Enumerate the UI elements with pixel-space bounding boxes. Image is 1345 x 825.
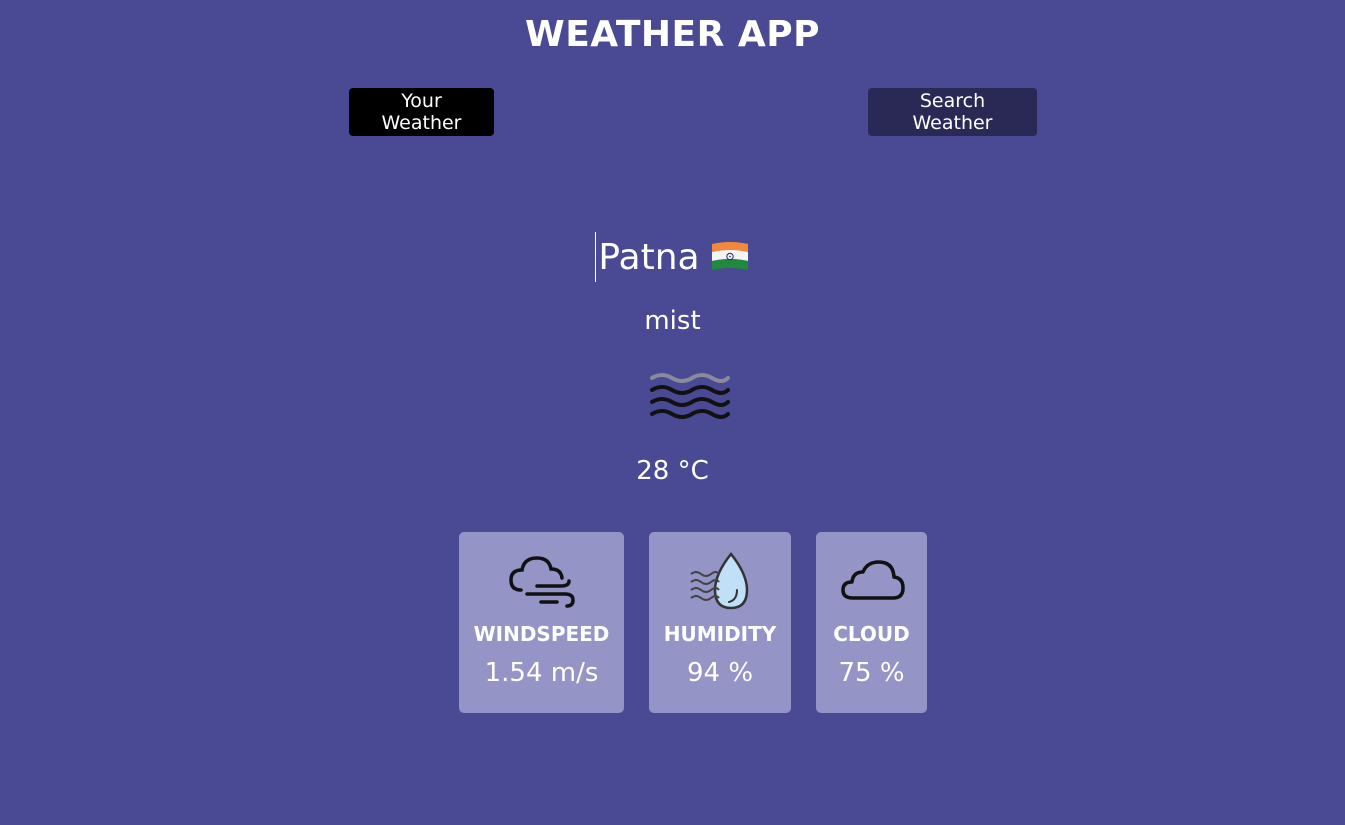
text-cursor bbox=[595, 232, 597, 282]
temperature: 28 °C bbox=[636, 456, 709, 486]
cloud-value: 75 % bbox=[838, 658, 905, 688]
windspeed-card: WINDSPEED 1.54 m/s bbox=[459, 532, 624, 713]
mist-icon bbox=[648, 368, 732, 428]
app-title: WEATHER APP bbox=[524, 14, 821, 55]
water-drop-icon bbox=[685, 550, 755, 616]
india-flag-icon bbox=[710, 240, 750, 274]
cloud-card: CLOUD 75 % bbox=[816, 532, 927, 713]
weather-description: mist bbox=[644, 306, 701, 336]
location-row: Patna bbox=[0, 232, 1345, 282]
windspeed-label: WINDSPEED bbox=[473, 622, 610, 646]
city-name: Patna bbox=[598, 236, 700, 278]
search-weather-tab[interactable]: Search Weather bbox=[868, 88, 1037, 136]
your-weather-tab[interactable]: Your Weather bbox=[349, 88, 494, 136]
humidity-card: HUMIDITY 94 % bbox=[649, 532, 791, 713]
humidity-label: HUMIDITY bbox=[663, 622, 777, 646]
weather-app: WEATHER APP Your Weather Search Weather … bbox=[0, 0, 1345, 825]
windspeed-value: 1.54 m/s bbox=[484, 658, 599, 688]
humidity-value: 94 % bbox=[686, 658, 754, 688]
cloud-icon bbox=[837, 550, 907, 616]
cloud-label: CLOUD bbox=[833, 622, 910, 646]
wind-cloud-icon bbox=[507, 550, 577, 616]
